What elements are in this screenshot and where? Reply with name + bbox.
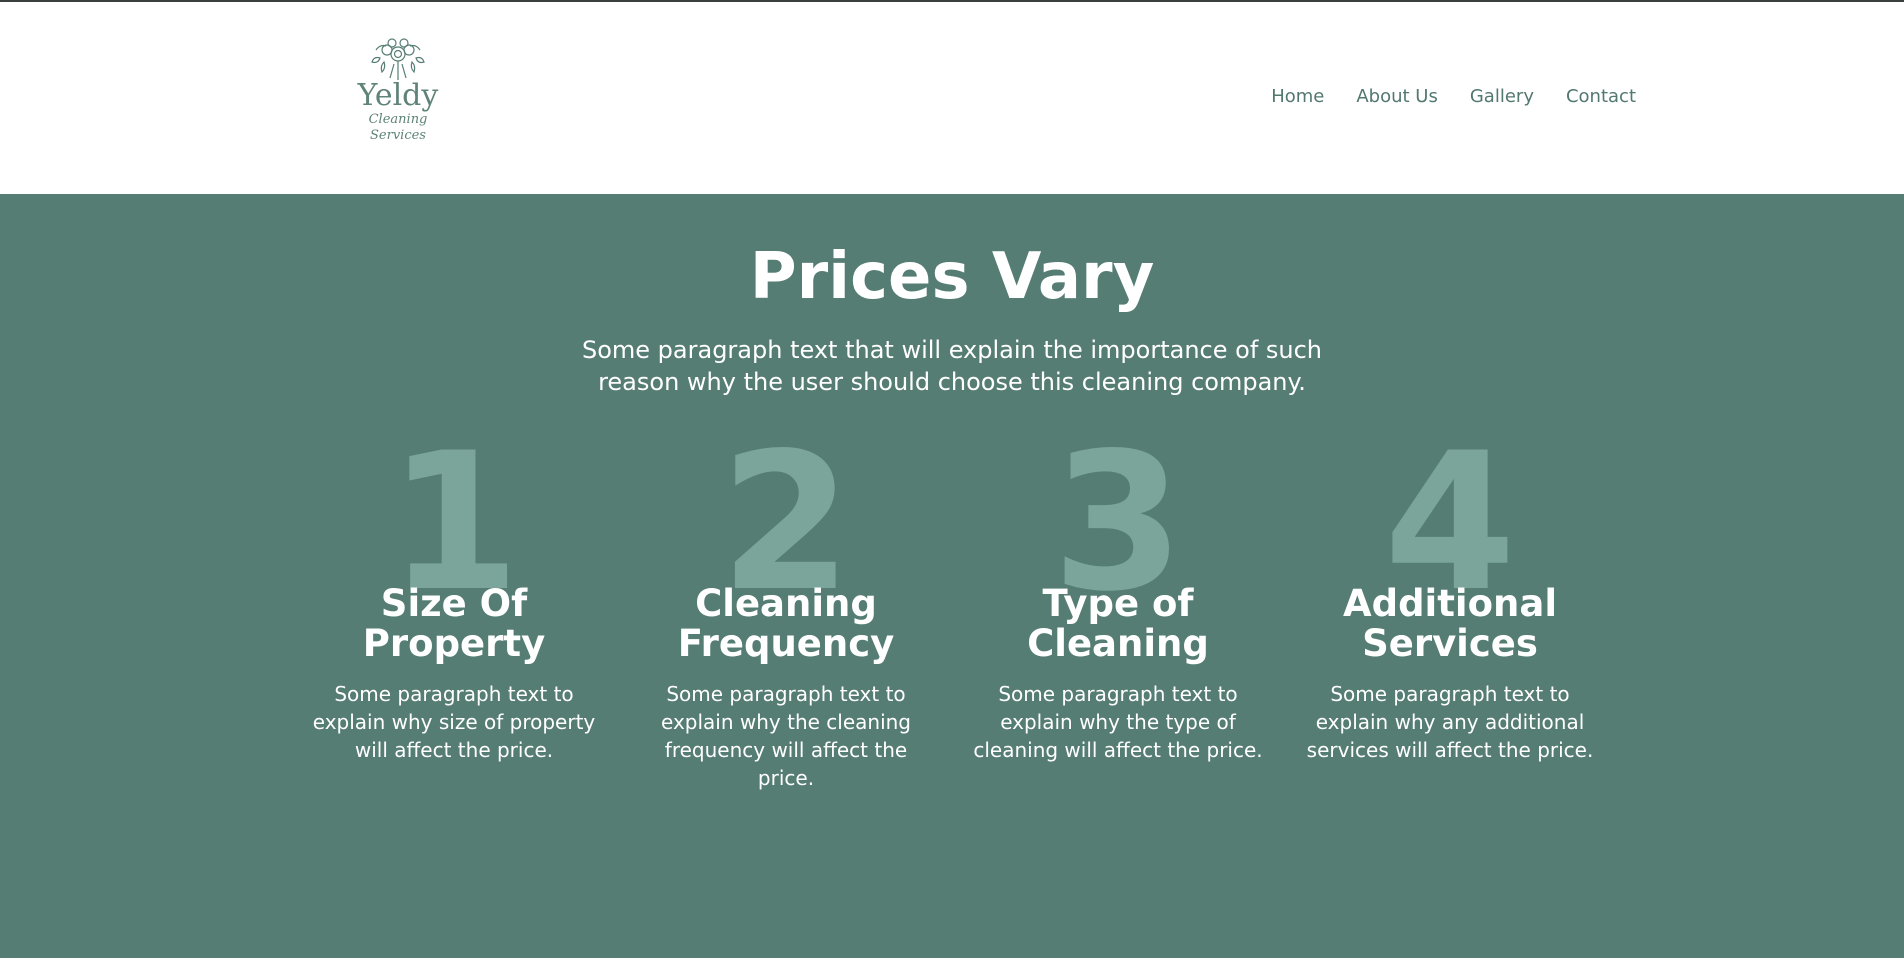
card-text: Some paragraph text to explain why the t… [973, 682, 1263, 762]
main-nav: Home About Us Gallery Contact [1271, 86, 1636, 107]
nav-home[interactable]: Home [1271, 86, 1324, 107]
logo-tagline: Cleaning Services [368, 112, 428, 143]
card-title: Cleaning Frequency [677, 582, 895, 665]
card-text: Some paragraph text to explain why size … [312, 682, 596, 762]
prices-section: Prices Vary Some paragraph text that wil… [0, 194, 1904, 958]
price-factors: 1 Size Of Property Some paragraph text t… [0, 194, 1904, 958]
site-header: Yeldy Cleaning Services Home About Us Ga… [0, 2, 1904, 194]
nav-contact[interactable]: Contact [1566, 86, 1636, 107]
nav-gallery[interactable]: Gallery [1470, 86, 1534, 107]
card-title: Additional Services [1342, 582, 1558, 665]
flower-bouquet-icon [346, 34, 450, 82]
card-text: Some paragraph text to explain why the c… [660, 682, 911, 790]
nav-about-us[interactable]: About Us [1356, 86, 1438, 107]
logo[interactable]: Yeldy Cleaning Services [346, 34, 450, 144]
card-title: Size Of Property [362, 582, 546, 665]
logo-name: Yeldy [357, 78, 439, 113]
card-text: Some paragraph text to explain why any a… [1306, 682, 1594, 762]
card-title: Type of Cleaning [1027, 582, 1209, 665]
